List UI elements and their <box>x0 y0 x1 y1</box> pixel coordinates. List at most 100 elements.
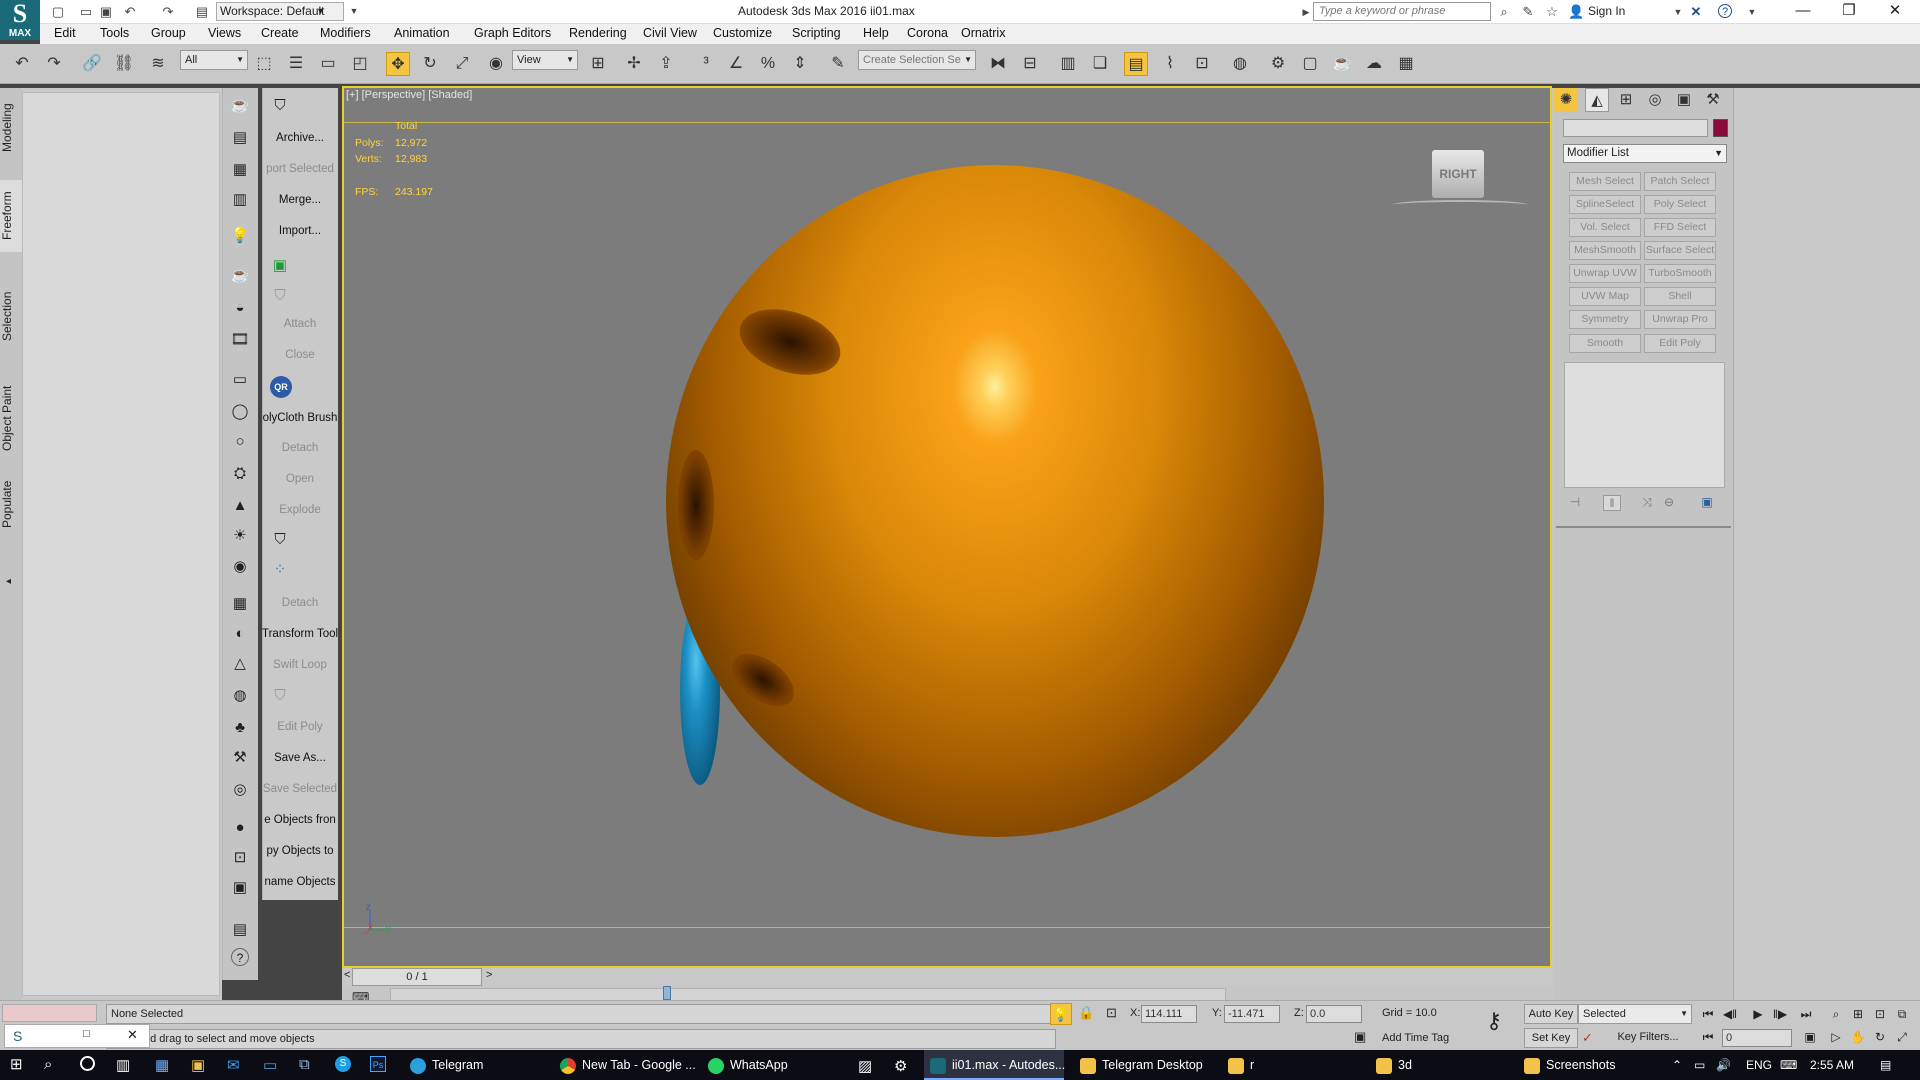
modifier-icon[interactable]: ◐ <box>228 622 252 646</box>
mesh-select-button[interactable]: Mesh Select <box>1569 172 1641 191</box>
vol-select-button[interactable]: Vol. Select <box>1569 218 1641 237</box>
material-sphere-icon[interactable]: ● <box>228 816 252 840</box>
render-iterative-icon[interactable]: ☁ <box>1362 52 1386 76</box>
mail-app-icon[interactable]: ✉ <box>227 1056 240 1074</box>
new-file-icon[interactable]: ▢ <box>50 4 66 20</box>
tab-selection[interactable]: Selection <box>0 288 22 344</box>
modify-tab-icon[interactable]: ◭ <box>1585 88 1609 112</box>
key-mode-toggle-icon[interactable]: ⏮ <box>1698 1028 1718 1046</box>
named-selection-set-dropdown[interactable]: Create Selection Se ▼ <box>858 50 976 70</box>
remove-modifier-icon[interactable]: ⊖ <box>1660 495 1678 511</box>
close-icon[interactable]: ✕ <box>1872 0 1918 24</box>
unwrap-uvw-button[interactable]: Unwrap UVW <box>1569 264 1641 283</box>
angle-snap-icon[interactable]: ∠ <box>724 52 748 76</box>
maximize-viewport-icon[interactable]: ⤢ <box>1892 1028 1912 1046</box>
detach-button[interactable]: Detach <box>262 442 338 454</box>
create-tab-icon[interactable]: ✺ <box>1554 88 1578 112</box>
import-button[interactable]: Import... <box>262 225 338 237</box>
volume-icon[interactable]: 🔊 <box>1716 1050 1731 1080</box>
clock[interactable]: 2:55 AM <box>1810 1050 1854 1080</box>
sphere-icon[interactable]: ○ <box>228 430 252 454</box>
hair-icon[interactable]: ♣ <box>228 716 252 740</box>
keyboard-shortcut-override-icon[interactable]: ⇪ <box>654 52 678 76</box>
menu-views[interactable]: Views <box>208 26 241 40</box>
z-coordinate-field[interactable]: 0.0 <box>1306 1005 1362 1023</box>
sign-in-dropdown-icon[interactable]: ▼ <box>1670 4 1686 20</box>
search-input[interactable]: Type a keyword or phrase <box>1313 2 1491 21</box>
search-icon[interactable]: ⌕ <box>44 1056 52 1073</box>
workspace-dropdown[interactable]: Workspace: Default ▼ <box>216 2 344 21</box>
paste-objects-button[interactable]: e Objects fron <box>262 814 338 826</box>
undo-icon[interactable]: ↶ <box>122 4 138 20</box>
tab-object-paint[interactable]: Object Paint <box>0 380 22 456</box>
smooth-button[interactable]: Smooth <box>1569 334 1641 353</box>
motion-tab-icon[interactable]: ◎ <box>1643 88 1667 112</box>
pivot-center-icon[interactable]: ⊞ <box>586 52 610 76</box>
set-key-button[interactable]: Set Key <box>1524 1028 1578 1048</box>
merge-button[interactable]: Merge... <box>262 194 338 206</box>
object-color-swatch[interactable] <box>1713 119 1728 137</box>
project-folder-icon[interactable]: ▤ <box>194 4 210 20</box>
calculator-app-icon[interactable]: ▦ <box>155 1056 169 1074</box>
edit-poly-button[interactable]: Edit Poly <box>262 721 338 733</box>
time-slider[interactable]: 0 / 1 <box>352 968 482 986</box>
orange-sphere-object[interactable] <box>666 165 1324 837</box>
uvw-map-button[interactable]: UVW Map <box>1569 287 1641 306</box>
photoshop-icon[interactable]: Ps <box>370 1056 386 1072</box>
select-and-scale-icon[interactable]: ⤢ <box>450 52 474 76</box>
tab-freeform[interactable]: Freeform <box>0 180 22 252</box>
select-and-rotate-icon[interactable]: ↻ <box>418 52 442 76</box>
add-time-tag-button[interactable]: Add Time Tag <box>1378 1029 1474 1049</box>
close-icon[interactable]: ✕ <box>127 1027 138 1043</box>
spline-select-button[interactable]: SplineSelect <box>1569 195 1641 214</box>
scene-explorer-icon[interactable]: ▥ <box>1056 52 1080 76</box>
modifier-stack[interactable] <box>1564 362 1725 488</box>
plane-icon[interactable]: ▭ <box>228 368 252 392</box>
field-of-view-icon[interactable]: ▷ <box>1826 1028 1846 1046</box>
image-app-icon[interactable]: ▨ <box>858 1057 872 1075</box>
turbosmooth-button[interactable]: TurboSmooth <box>1644 264 1716 283</box>
rendered-frame-window-icon[interactable]: ▢ <box>1298 52 1322 76</box>
render-setup-icon[interactable]: ⚙ <box>1266 52 1290 76</box>
viewport-label[interactable]: [+] [Perspective] [Shaded] <box>346 89 472 101</box>
binoculars-icon[interactable]: ⌕ <box>1496 4 1512 20</box>
taskbar-folder-r[interactable]: r <box>1228 1050 1254 1080</box>
material-editor-icon[interactable]: ◍ <box>1228 52 1252 76</box>
taskbar-telegram-desktop[interactable]: Telegram Desktop <box>1080 1050 1203 1080</box>
surface-select-button[interactable]: Surface Select <box>1644 241 1716 260</box>
display-tab-icon[interactable]: ▣ <box>1672 88 1696 112</box>
track-bar-frame-marker[interactable] <box>663 986 671 1000</box>
taskbar-folder-3d[interactable]: 3d <box>1376 1050 1412 1080</box>
symmetry-button[interactable]: Symmetry <box>1569 310 1641 329</box>
bind-space-warp-icon[interactable]: ≋ <box>146 52 170 76</box>
select-by-name-icon[interactable]: ☰ <box>284 52 308 76</box>
patch-select-button[interactable]: Patch Select <box>1644 172 1716 191</box>
time-slider-bar[interactable] <box>342 968 1552 988</box>
green-plugin-icon[interactable]: ▣ <box>268 254 292 278</box>
ribbon-expand-icon[interactable]: ◂ <box>6 576 16 596</box>
floppy-icon[interactable]: ▣ <box>228 876 252 900</box>
calculator-icon[interactable]: ▦ <box>228 158 252 182</box>
time-next-icon[interactable]: > <box>486 969 492 981</box>
render-production-icon[interactable]: ☕ <box>1330 52 1354 76</box>
redo-icon[interactable]: ↷ <box>42 52 66 76</box>
menu-group[interactable]: Group <box>151 26 186 40</box>
taskbar-screenshots[interactable]: Screenshots <box>1524 1050 1615 1080</box>
redo-icon[interactable]: ↷ <box>160 4 176 20</box>
rename-objects-button[interactable]: name Objects <box>262 876 338 888</box>
isolate-selection-icon[interactable]: 💡 <box>1050 1003 1072 1025</box>
open-file-icon[interactable]: ▭ <box>78 4 94 20</box>
taskbar-chrome[interactable]: New Tab - Google ... <box>560 1050 696 1080</box>
menu-customize[interactable]: Customize <box>713 26 772 40</box>
menu-scripting[interactable]: Scripting <box>792 26 841 40</box>
exchange-apps-icon[interactable]: ✕ <box>1688 4 1704 20</box>
archive-button[interactable]: Archive... <box>262 132 338 144</box>
sign-in-button[interactable]: Sign In <box>1588 4 1625 18</box>
tab-modeling[interactable]: Modeling <box>0 96 22 160</box>
menu-edit[interactable]: Edit <box>54 26 76 40</box>
unwrap-pro-button[interactable]: Unwrap Pro <box>1644 310 1716 329</box>
cone-icon[interactable]: ▲ <box>228 494 252 518</box>
zoom-all-icon[interactable]: ⊞ <box>1848 1005 1868 1023</box>
save-icon[interactable]: ▣ <box>98 4 114 20</box>
utilities-tab-icon[interactable]: ⚒ <box>1701 88 1725 112</box>
